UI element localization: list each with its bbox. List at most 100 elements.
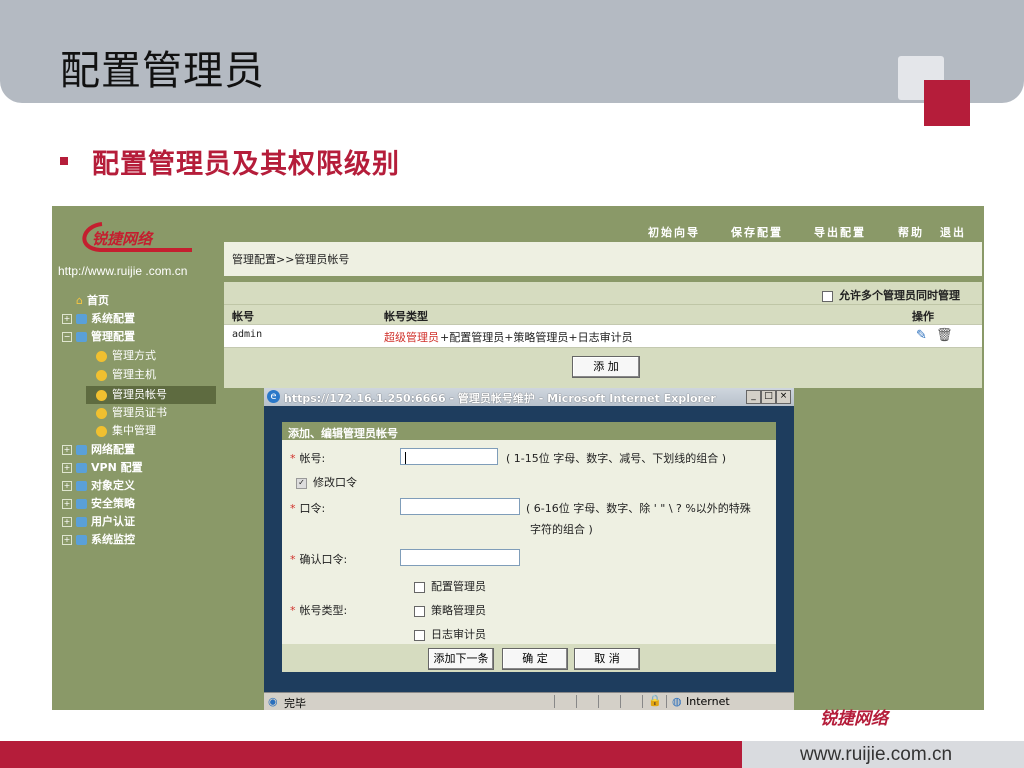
footer-logo: 锐捷网络 xyxy=(820,709,888,729)
page-icon xyxy=(96,389,107,401)
dialog-title: 添加、编辑管理员帐号 xyxy=(288,427,398,440)
sidebar-item-admin-account[interactable]: 管理员帐号 xyxy=(86,386,216,404)
checkbox[interactable] xyxy=(414,605,425,617)
trash-icon[interactable]: 🗑 xyxy=(936,328,953,343)
checkbox[interactable] xyxy=(414,581,425,593)
collapse-icon[interactable]: − xyxy=(62,332,72,342)
sidebar-item-manage-mode[interactable]: 管理方式 xyxy=(96,347,156,365)
confirm-input[interactable] xyxy=(400,549,520,566)
link-help[interactable]: 帮助 xyxy=(898,224,924,240)
page-icon xyxy=(96,369,107,381)
link-logout[interactable]: 退出 xyxy=(940,224,966,240)
status-divider xyxy=(620,695,621,708)
sidebar-item-security-policy[interactable]: + 安全策略 xyxy=(62,495,135,513)
confirm-label: * 确认口令: xyxy=(290,553,348,566)
add-next-button[interactable]: 添加下一条 xyxy=(428,648,494,670)
type-config-checkbox[interactable]: 配置管理员 xyxy=(414,578,486,594)
link-export-config[interactable]: 导出配置 xyxy=(814,224,866,240)
checkbox[interactable] xyxy=(822,290,833,302)
bullet-text: 配置管理员及其权限级别 xyxy=(92,149,400,180)
required-mark: * xyxy=(290,604,296,617)
expand-icon[interactable]: + xyxy=(62,481,72,491)
sidebar-item-home[interactable]: ⌂ 首页 xyxy=(76,292,109,310)
sidebar-item-vpn[interactable]: + VPN 配置 xyxy=(62,459,143,477)
sidebar-item-system[interactable]: + 系统配置 xyxy=(62,310,135,328)
sidebar-item-manage-host[interactable]: 管理主机 xyxy=(96,366,156,384)
edit-icon[interactable]: ✎ xyxy=(916,328,927,343)
top-nav: 初始向导 保存配置 导出配置 帮助 退出 xyxy=(218,206,984,240)
type-label: * 帐号类型: xyxy=(290,604,348,617)
allow-multiple-checkbox[interactable]: 允许多个管理员同时管理 xyxy=(822,287,960,303)
folder-icon xyxy=(76,481,87,491)
folder-icon xyxy=(76,445,87,455)
required-mark: * xyxy=(290,553,296,566)
add-button[interactable]: 添 加 xyxy=(572,356,640,378)
password-hint-2: 字符的组合 ) xyxy=(530,523,593,536)
required-mark: * xyxy=(290,502,296,515)
folder-icon xyxy=(76,535,87,545)
minimize-icon[interactable]: _ xyxy=(746,390,761,404)
sidebar-item-central-manage[interactable]: 集中管理 xyxy=(96,422,156,440)
page-icon xyxy=(96,407,107,419)
status-done: 完毕 xyxy=(284,697,306,710)
ie-status-bar: ◉ 完毕 🔒 ◍ Internet xyxy=(264,692,794,710)
decor-square-red xyxy=(924,80,970,126)
bullet-mark xyxy=(60,157,68,165)
cell-type-rest: +配置管理员+策略管理员+日志审计员 xyxy=(440,331,633,344)
link-save-config[interactable]: 保存配置 xyxy=(731,224,783,240)
status-divider xyxy=(598,695,599,708)
cancel-button[interactable]: 取 消 xyxy=(574,648,640,670)
header-account: 帐号 xyxy=(232,310,254,323)
cell-account: admin xyxy=(232,329,263,340)
status-divider xyxy=(576,695,577,708)
sidebar-item-admin-cert[interactable]: 管理员证书 xyxy=(96,404,167,422)
sidebar-item-network[interactable]: + 网络配置 xyxy=(62,441,135,459)
folder-icon xyxy=(76,517,87,527)
expand-icon[interactable]: + xyxy=(62,445,72,455)
sidebar-item-manage[interactable]: − 管理配置 xyxy=(62,328,135,346)
breadcrumb-bar: 管理配置>>管理员帐号 xyxy=(224,242,982,276)
popup-title: https://172.16.1.250:6666 - 管理员帐号维护 - Mi… xyxy=(284,392,716,405)
type-audit-checkbox[interactable]: 日志审计员 xyxy=(414,626,486,642)
table-header: 帐号 帐号类型 操作 xyxy=(224,304,982,325)
required-mark: * xyxy=(290,452,296,465)
expand-icon[interactable]: + xyxy=(62,463,72,473)
sidebar: 锐捷网络 http://www.ruijie .com.cn ⌂ 首页 + 系统配置… xyxy=(52,206,218,710)
header-type: 帐号类型 xyxy=(384,310,428,323)
account-input[interactable] xyxy=(400,448,498,465)
expand-icon[interactable]: + xyxy=(62,499,72,509)
password-hint-1: ( 6-16位 字母、数字、除 ' " \ ? %以外的特殊 xyxy=(526,502,751,515)
ie-icon: e xyxy=(267,390,280,403)
expand-icon[interactable]: + xyxy=(62,517,72,527)
table-button-row: 添 加 xyxy=(224,348,982,388)
footer-bar xyxy=(0,741,742,768)
link-setup-wizard[interactable]: 初始向导 xyxy=(648,224,700,240)
sidebar-item-user-auth[interactable]: + 用户认证 xyxy=(62,513,135,531)
site-url: http://www.ruijie .com.cn xyxy=(58,264,188,278)
footer-url: www.ruijie.com.cn xyxy=(800,744,953,765)
checkbox-checked-icon[interactable]: ✓ xyxy=(296,477,307,489)
expand-icon[interactable]: + xyxy=(62,535,72,545)
app-screenshot: 锐捷网络 http://www.ruijie .com.cn ⌂ 首页 + 系统配置… xyxy=(52,206,984,710)
ok-button[interactable]: 确 定 xyxy=(502,648,568,670)
page-done-icon: ◉ xyxy=(268,695,278,708)
type-policy-checkbox[interactable]: 策略管理员 xyxy=(414,602,486,618)
ie-popup-window: e https://172.16.1.250:6666 - 管理员帐号维护 - … xyxy=(264,388,794,710)
status-divider xyxy=(554,695,555,708)
status-divider xyxy=(666,695,667,708)
checkbox[interactable] xyxy=(414,629,425,641)
change-password-checkbox[interactable]: ✓ 修改口令 xyxy=(296,474,357,490)
table-option-row: 允许多个管理员同时管理 xyxy=(224,282,982,304)
expand-icon[interactable]: + xyxy=(62,314,72,324)
account-label: * 帐号: xyxy=(290,452,326,465)
maximize-icon[interactable]: □ xyxy=(761,390,776,404)
sidebar-item-objects[interactable]: + 对象定义 xyxy=(62,477,135,495)
close-icon[interactable]: × xyxy=(776,390,791,404)
sidebar-item-monitor[interactable]: + 系统监控 xyxy=(62,531,135,549)
folder-icon xyxy=(76,463,87,473)
logo-text: 锐捷网络 xyxy=(92,230,153,248)
password-input[interactable] xyxy=(400,498,520,515)
status-divider xyxy=(642,695,643,708)
folder-open-icon xyxy=(76,332,87,342)
home-icon: ⌂ xyxy=(76,294,83,307)
